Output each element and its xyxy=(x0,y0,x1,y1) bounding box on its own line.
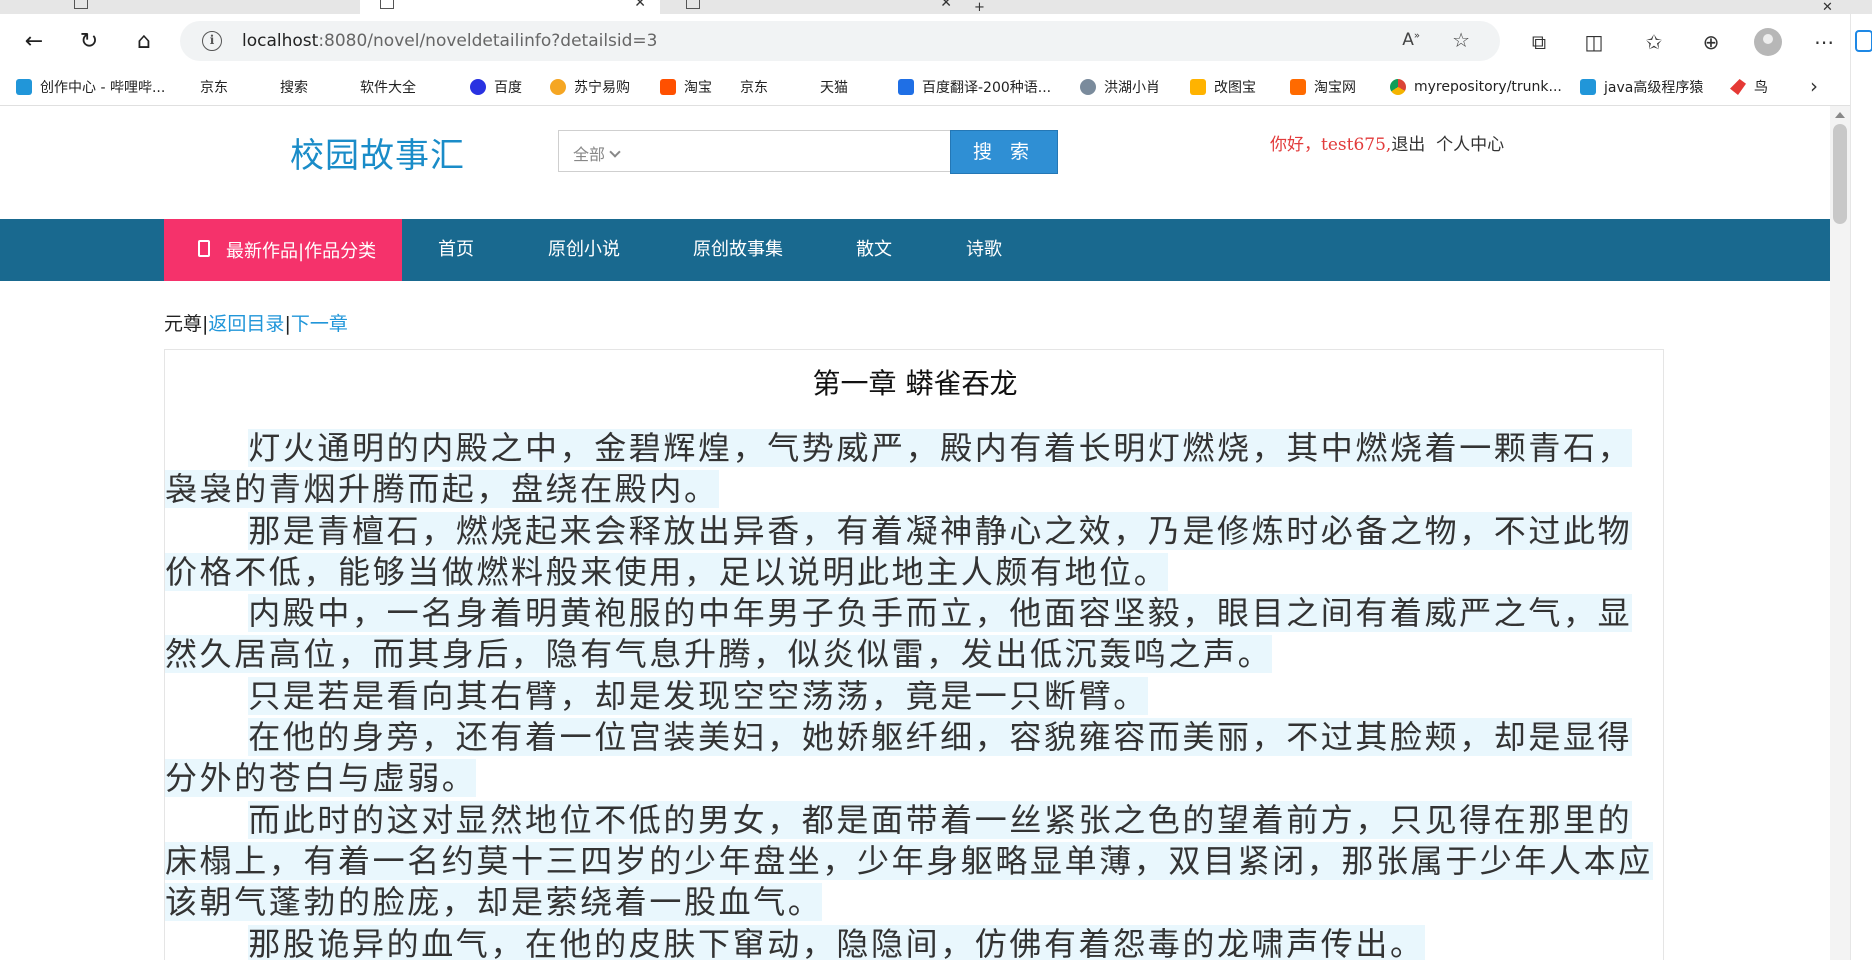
page-icon xyxy=(380,0,394,9)
search-input[interactable] xyxy=(659,135,949,167)
bookmark-jd-2[interactable]: 京东 xyxy=(740,76,768,198)
profile-avatar[interactable] xyxy=(1754,28,1782,56)
next-chapter-link[interactable]: 下一章 xyxy=(291,313,348,335)
close-tab-icon[interactable]: ✕ xyxy=(634,0,646,10)
bookmark-bilibili[interactable]: 创作中心 - 哔哩哔... xyxy=(16,76,165,98)
chapter-paragraph: 灯火通明的内殿之中，金碧辉煌，气势威严，殿内有着长明灯燃烧，其中燃烧着一颗青石，… xyxy=(165,429,1633,509)
phone-icon xyxy=(198,240,210,257)
suning-icon xyxy=(550,79,566,95)
back-arrow-icon[interactable]: ← xyxy=(20,28,48,56)
page-scrollbar[interactable] xyxy=(1830,106,1850,960)
bilibili-icon xyxy=(1580,79,1596,95)
window-close-icon[interactable]: ✕ xyxy=(1822,0,1833,14)
edge-sidebar xyxy=(1850,14,1872,960)
bookmark-taobao[interactable]: 淘宝 xyxy=(660,76,712,98)
taobao-icon xyxy=(660,79,676,95)
bookmark-jd[interactable]: 京东 xyxy=(200,76,228,198)
extensions-icon[interactable]: ⧉ xyxy=(1525,28,1553,56)
bookmark-myrepository[interactable]: myrepository/trunk... xyxy=(1390,76,1562,98)
collections-icon[interactable]: ⊕ xyxy=(1697,28,1725,56)
chapter-paragraph: 只是若是看向其右臂，却是发现空空荡荡，竟是一只断臂。 xyxy=(248,676,1148,715)
bookmark-baidu-translate[interactable]: 百度翻译-200种语... xyxy=(898,76,1051,98)
page-icon xyxy=(74,0,88,9)
web-page: 校园故事汇 全部 搜 索 你好，test675,退出 个人中心 最新作品|作品分… xyxy=(0,106,1830,960)
bird-icon xyxy=(1730,79,1746,95)
address-bar[interactable]: i localhost:8080/novel/noveldetailinfo?d… xyxy=(180,21,1500,61)
bookmark-search[interactable]: 搜索 xyxy=(280,76,308,198)
refresh-icon[interactable]: ↻ xyxy=(75,28,103,56)
baidu-icon xyxy=(470,79,486,95)
book-title: 元尊 xyxy=(164,313,203,335)
breadcrumb: 元尊|返回目录|下一章 xyxy=(164,313,348,335)
logout-link[interactable]: 退出 xyxy=(1391,135,1425,155)
new-tab-icon[interactable]: + xyxy=(974,0,985,14)
browser-tab-manage[interactable]: ✕ xyxy=(666,0,966,14)
avatar-icon xyxy=(1080,79,1096,95)
more-menu-icon[interactable]: ⋯ xyxy=(1810,28,1838,56)
back-to-toc-link[interactable]: 返回目录 xyxy=(208,313,284,335)
scrollbar-thumb[interactable] xyxy=(1833,124,1847,224)
sidebar-app-icon[interactable] xyxy=(1855,30,1872,52)
nav-item-prose[interactable]: 散文 xyxy=(856,219,892,281)
bookmark-java[interactable]: java高级程序猿 xyxy=(1580,76,1703,98)
search-category-select[interactable]: 全部 xyxy=(573,141,621,165)
site-info-icon[interactable]: i xyxy=(202,31,222,51)
bookmark-honghu[interactable]: 洪湖小肖 xyxy=(1080,76,1160,98)
home-icon[interactable]: ⌂ xyxy=(130,28,158,56)
chevron-right-icon[interactable]: › xyxy=(1810,74,1818,98)
bilibili-icon xyxy=(16,79,32,95)
page-icon xyxy=(686,0,700,9)
bookmark-software[interactable]: 软件大全 xyxy=(360,76,416,198)
browser-tab-home[interactable] xyxy=(54,0,354,14)
profile-link[interactable]: 个人中心 xyxy=(1436,135,1504,155)
bookmarks-bar: 创作中心 - 哔哩哔... 京东 搜索 软件大全 百度 苏宁易购 淘宝 京东 天… xyxy=(0,68,1872,198)
bookmark-taobao-net[interactable]: 淘宝网 xyxy=(1290,76,1356,98)
gaitubao-icon xyxy=(1190,79,1206,95)
chapter-paragraph: 内殿中，一名身着明黄袍服的中年男子负手而立，他面容坚毅，眼目之间有着威严之气，显… xyxy=(165,594,1633,674)
nav-item-poetry[interactable]: 诗歌 xyxy=(966,219,1002,281)
chapter-paragraph: 而此时的这对显然地位不低的男女，都是面带着一丝紧张之色的望着前方，只见得在那里的… xyxy=(165,800,1653,922)
user-greeting: 你好，test675, xyxy=(1270,135,1392,155)
close-tab-icon[interactable]: ✕ xyxy=(940,0,952,10)
bookmark-suning[interactable]: 苏宁易购 xyxy=(550,76,630,98)
chevron-down-icon xyxy=(609,146,621,158)
browser-tab-detail[interactable]: ✕ xyxy=(360,0,660,14)
favorites-icon[interactable]: ✩ xyxy=(1640,28,1668,56)
translate-icon xyxy=(898,79,914,95)
browser-toolbar: ← ↻ ⌂ i localhost:8080/novel/noveldetail… xyxy=(0,14,1872,68)
search-button[interactable]: 搜 索 xyxy=(950,130,1058,174)
tab-strip: ✕ ✕ + ✕ xyxy=(0,0,1872,14)
address-url[interactable]: localhost:8080/novel/noveldetailinfo?det… xyxy=(242,31,658,51)
main-nav: 最新作品|作品分类 首页 原创小说 原创故事集 散文 诗歌 xyxy=(0,219,1830,281)
bookmark-bird[interactable]: 鸟 xyxy=(1730,76,1768,98)
nav-item-stories[interactable]: 原创故事集 xyxy=(693,219,783,281)
bookmark-baidu[interactable]: 百度 xyxy=(470,76,522,98)
chapter-paragraph: 那是青檀石，燃烧起来会释放出异香，有着凝神静心之效，乃是修炼时必备之物，不过此物… xyxy=(165,511,1633,591)
bookmark-tmall[interactable]: 天猫 xyxy=(820,76,848,198)
split-screen-icon[interactable]: ◫ xyxy=(1580,28,1608,56)
site-logo[interactable]: 校园故事汇 xyxy=(290,128,465,177)
bookmark-gaitubao[interactable]: 改图宝 xyxy=(1190,76,1256,98)
search-box: 全部 xyxy=(558,130,958,172)
nav-item-novel[interactable]: 原创小说 xyxy=(548,219,620,281)
chrome-icon xyxy=(1390,79,1406,95)
taobao-icon xyxy=(1290,79,1306,95)
add-favorite-icon[interactable]: ☆ xyxy=(1452,28,1470,52)
chapter-panel: 第一章 蟒雀吞龙 灯火通明的内殿之中，金碧辉煌，气势威严，殿内有着长明灯燃烧，其… xyxy=(164,349,1664,960)
chapter-body: 灯火通明的内殿之中，金碧辉煌，气势威严，殿内有着长明灯燃烧，其中燃烧着一颗青石，… xyxy=(165,428,1665,960)
nav-item-home[interactable]: 首页 xyxy=(438,219,474,281)
chapter-paragraph: 在他的身旁，还有着一位宫装美妇，她娇躯纤细，容貌雍容而美丽，不过其脸颊，却是显得… xyxy=(165,718,1633,798)
scroll-up-icon[interactable] xyxy=(1835,112,1845,118)
read-aloud-icon[interactable]: A» xyxy=(1402,30,1420,50)
chapter-title: 第一章 蟒雀吞龙 xyxy=(812,367,1018,400)
user-bar: 你好，test675,退出 个人中心 xyxy=(1270,130,1504,155)
nav-category-button[interactable]: 最新作品|作品分类 xyxy=(164,219,402,281)
chapter-paragraph: 那股诡异的血气，在他的皮肤下窜动，隐隐间，仿佛有着怨毒的龙啸声传出。 xyxy=(165,924,1665,960)
